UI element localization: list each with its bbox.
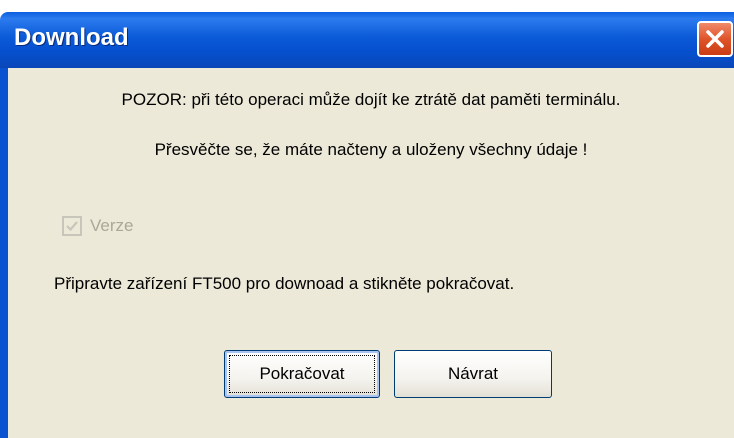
close-icon (706, 30, 724, 48)
top-strip (0, 0, 734, 12)
instruction-text: Připravte zařízení FT500 pro downoad a s… (54, 274, 515, 293)
title-bar[interactable]: Download (0, 12, 734, 68)
warning-line-1: POZOR: při této operaci může dojít ke zt… (121, 90, 621, 109)
warning-line-2: Přesvěčte se, že máte načteny a uloženy … (154, 140, 588, 159)
back-button[interactable]: Návrat (394, 350, 552, 398)
version-checkbox[interactable] (62, 216, 82, 236)
continue-button[interactable]: Pokračovat (224, 350, 380, 398)
close-button[interactable] (697, 21, 733, 57)
window-left-border (0, 68, 8, 438)
version-checkbox-label: Verze (90, 216, 134, 235)
window-title: Download (14, 24, 129, 51)
checkmark-icon (66, 221, 78, 232)
back-button-label: Návrat (447, 364, 499, 383)
focus-rectangle (229, 355, 375, 393)
dialog-body: POZOR: při této operaci může dojít ke zt… (8, 68, 734, 438)
version-checkbox-row: Verze (62, 214, 133, 238)
